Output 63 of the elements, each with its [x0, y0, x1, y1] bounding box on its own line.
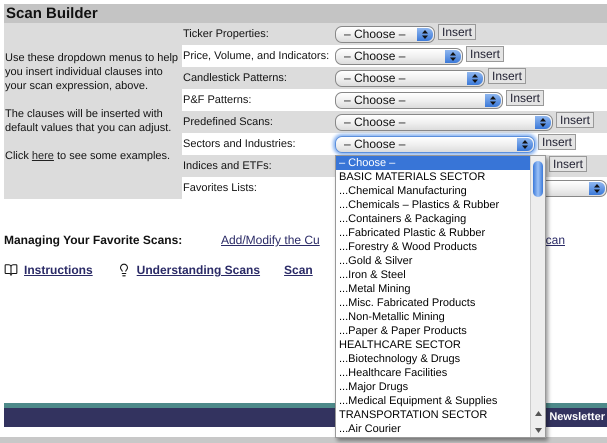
insert-button[interactable]: Insert — [556, 112, 594, 128]
add-modify-link-end[interactable]: can — [546, 231, 565, 249]
dropdown-option[interactable]: BASIC MATERIALS SECTOR — [336, 170, 530, 184]
dropdown-select[interactable]: – Choose – — [335, 70, 485, 86]
dropdown-option[interactable]: ...Chemical Manufacturing — [336, 184, 530, 198]
row-label: P&F Patterns: — [182, 92, 252, 108]
row-label: Predefined Scans: — [182, 114, 274, 130]
dropdown-option[interactable]: ...Forestry & Wood Products — [336, 240, 530, 254]
dropdown-option[interactable]: – Choose – — [336, 156, 530, 170]
panel-title: Scan Builder — [6, 6, 98, 21]
stepper-icon — [517, 138, 533, 150]
dropdown-select[interactable]: – Choose – — [335, 136, 535, 152]
dropdown-option[interactable]: ...Fabricated Plastic & Rubber — [336, 226, 530, 240]
row-label: Indices and ETFs: — [182, 158, 273, 174]
dropdown-option[interactable]: ...Major Drugs — [336, 380, 530, 394]
dropdown-option[interactable]: ...Medical Equipment & Supplies — [336, 394, 530, 408]
dropdown-option[interactable]: ...Containers & Packaging — [336, 212, 530, 226]
dropdown-select[interactable]: – Choose – — [335, 48, 463, 64]
book-icon — [4, 263, 18, 277]
scroll-arrows-icon — [535, 411, 542, 433]
insert-button[interactable]: Insert — [538, 134, 576, 150]
stepper-icon — [417, 28, 433, 40]
dropdown-option[interactable]: ...Healthcare Facilities — [336, 366, 530, 380]
dropdown-option[interactable]: ...Non-Metallic Mining — [336, 310, 530, 324]
stepper-icon — [485, 94, 501, 106]
dropdown-option[interactable]: ...Chemicals – Plastics & Rubber — [336, 198, 530, 212]
insert-button[interactable]: Insert — [466, 46, 504, 62]
dropdown-option[interactable]: TRANSPORTATION SECTOR — [336, 408, 530, 422]
help-text: The clauses will be inserted with default values that you can adjust. — [5, 107, 172, 135]
insert-button[interactable]: Insert — [549, 156, 588, 172]
dropdown-option[interactable]: ...Iron & Steel — [336, 268, 530, 282]
row-label: Candlestick Patterns: — [182, 70, 288, 86]
help-link[interactable]: Understanding Scans — [136, 261, 260, 279]
dropdown-select[interactable]: – Choose – — [335, 26, 435, 42]
here-link[interactable]: here — [32, 150, 54, 162]
row-label: Favorites Lists: — [182, 180, 258, 196]
row-label: Price, Volume, and Indicators: — [182, 48, 330, 64]
help-link[interactable]: Scan — [284, 261, 313, 279]
row-label: Ticker Properties: — [182, 26, 270, 42]
dropdown-option[interactable]: ...Gold & Silver — [336, 254, 530, 268]
dropdown-option[interactable]: ...Biotechnology & Drugs — [336, 352, 530, 366]
managing-label: Managing Your Favorite Scans: — [4, 232, 184, 249]
dropdown-option[interactable]: ...Metal Mining — [336, 282, 530, 296]
dropdown-option[interactable]: ...Air Courier — [336, 422, 530, 436]
add-modify-link[interactable]: Add/Modify the Cu — [221, 231, 320, 249]
insert-button[interactable]: Insert — [488, 68, 526, 84]
newsletter-link[interactable]: Newsletter — [549, 409, 605, 426]
stepper-icon — [535, 116, 551, 128]
dropdown-select[interactable]: – Choose – — [335, 92, 503, 108]
row-label: Sectors and Industries: — [182, 136, 297, 152]
insert-button[interactable]: Insert — [438, 24, 476, 40]
scroll-thumb[interactable] — [533, 161, 543, 197]
dropdown-option[interactable]: ...Misc. Fabricated Products — [336, 296, 530, 310]
help-text: Use these dropdown menus to help you insert individual clauses into your scan expression, above. — [5, 51, 180, 93]
help-text: Click here to see some examples. — [5, 149, 172, 163]
insert-button[interactable]: Insert — [506, 90, 544, 106]
stepper-icon — [589, 182, 605, 194]
dropdown-option[interactable]: ...Paper & Paper Products — [336, 324, 530, 338]
help-link[interactable]: Instructions — [24, 261, 93, 279]
stepper-icon — [467, 72, 483, 84]
stepper-icon — [445, 50, 461, 62]
dropdown-option[interactable]: HEALTHCARE SECTOR — [336, 338, 530, 352]
dropdown-select[interactable]: – Choose – — [335, 114, 553, 130]
